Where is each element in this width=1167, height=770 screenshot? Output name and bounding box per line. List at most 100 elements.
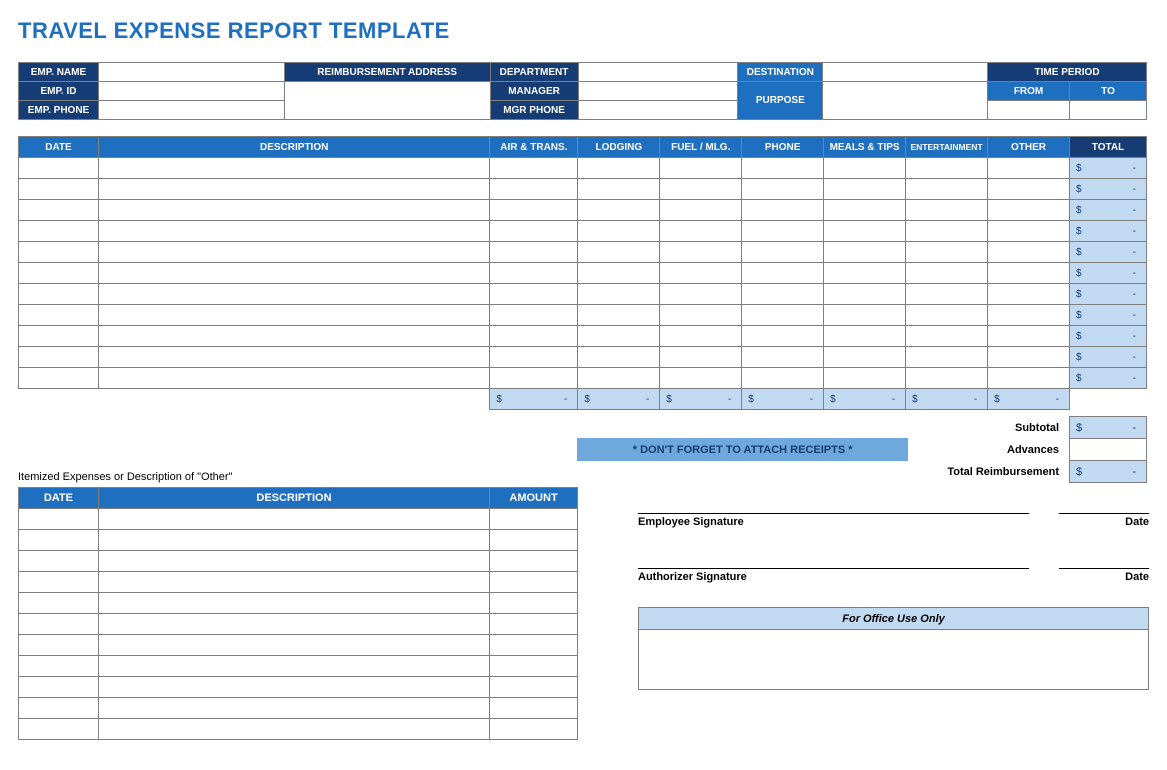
- itemized-cell[interactable]: [98, 656, 489, 677]
- grid-cell[interactable]: [988, 326, 1070, 347]
- grid-cell[interactable]: [906, 368, 988, 389]
- itemized-cell[interactable]: [490, 614, 578, 635]
- grid-cell[interactable]: [19, 158, 99, 179]
- itemized-cell[interactable]: [19, 509, 99, 530]
- grid-cell[interactable]: [98, 305, 489, 326]
- grid-cell[interactable]: [98, 347, 489, 368]
- grid-cell[interactable]: [742, 347, 824, 368]
- grid-cell[interactable]: [19, 221, 99, 242]
- grid-cell[interactable]: [490, 263, 578, 284]
- itemized-cell[interactable]: [19, 614, 99, 635]
- grid-cell[interactable]: [742, 368, 824, 389]
- grid-cell[interactable]: [660, 200, 742, 221]
- grid-cell[interactable]: [824, 179, 906, 200]
- itemized-cell[interactable]: [19, 551, 99, 572]
- grid-cell[interactable]: [906, 326, 988, 347]
- grid-cell[interactable]: [19, 179, 99, 200]
- advances-value[interactable]: [1070, 439, 1147, 461]
- grid-cell[interactable]: [742, 326, 824, 347]
- itemized-cell[interactable]: [98, 572, 489, 593]
- grid-cell[interactable]: [578, 200, 660, 221]
- grid-cell[interactable]: [98, 179, 489, 200]
- grid-cell[interactable]: [824, 158, 906, 179]
- grid-cell[interactable]: [19, 347, 99, 368]
- grid-cell[interactable]: [578, 284, 660, 305]
- grid-cell[interactable]: [988, 347, 1070, 368]
- grid-cell[interactable]: [19, 242, 99, 263]
- grid-cell[interactable]: [988, 200, 1070, 221]
- grid-cell[interactable]: [988, 305, 1070, 326]
- grid-cell[interactable]: [660, 221, 742, 242]
- grid-cell[interactable]: [490, 305, 578, 326]
- grid-cell[interactable]: [742, 158, 824, 179]
- grid-cell[interactable]: [988, 263, 1070, 284]
- itemized-cell[interactable]: [490, 656, 578, 677]
- itemized-cell[interactable]: [98, 614, 489, 635]
- grid-cell[interactable]: [490, 179, 578, 200]
- itemized-cell[interactable]: [490, 530, 578, 551]
- grid-cell[interactable]: [824, 200, 906, 221]
- itemized-cell[interactable]: [19, 530, 99, 551]
- itemized-cell[interactable]: [19, 593, 99, 614]
- manager-field[interactable]: [578, 82, 738, 101]
- itemized-cell[interactable]: [98, 677, 489, 698]
- itemized-cell[interactable]: [19, 677, 99, 698]
- grid-cell[interactable]: [906, 284, 988, 305]
- itemized-cell[interactable]: [98, 593, 489, 614]
- grid-cell[interactable]: [98, 200, 489, 221]
- grid-cell[interactable]: [824, 326, 906, 347]
- grid-cell[interactable]: [742, 200, 824, 221]
- grid-cell[interactable]: [660, 242, 742, 263]
- grid-cell[interactable]: [988, 242, 1070, 263]
- itemized-cell[interactable]: [19, 698, 99, 719]
- grid-cell[interactable]: [742, 284, 824, 305]
- grid-cell[interactable]: [906, 263, 988, 284]
- purpose-field[interactable]: [823, 82, 988, 120]
- from-field[interactable]: [988, 101, 1070, 120]
- grid-cell[interactable]: [988, 368, 1070, 389]
- grid-cell[interactable]: [660, 263, 742, 284]
- itemized-cell[interactable]: [19, 719, 99, 740]
- grid-cell[interactable]: [906, 242, 988, 263]
- grid-cell[interactable]: [490, 158, 578, 179]
- grid-cell[interactable]: [824, 305, 906, 326]
- grid-cell[interactable]: [578, 347, 660, 368]
- grid-cell[interactable]: [742, 221, 824, 242]
- grid-cell[interactable]: [98, 368, 489, 389]
- grid-cell[interactable]: [578, 368, 660, 389]
- grid-cell[interactable]: [490, 347, 578, 368]
- grid-cell[interactable]: [578, 263, 660, 284]
- grid-cell[interactable]: [660, 326, 742, 347]
- department-field[interactable]: [578, 63, 738, 82]
- office-use-area[interactable]: [639, 630, 1149, 690]
- grid-cell[interactable]: [660, 368, 742, 389]
- grid-cell[interactable]: [660, 305, 742, 326]
- grid-cell[interactable]: [19, 284, 99, 305]
- grid-cell[interactable]: [906, 200, 988, 221]
- itemized-cell[interactable]: [490, 509, 578, 530]
- destination-field[interactable]: [823, 63, 988, 82]
- grid-cell[interactable]: [19, 305, 99, 326]
- grid-cell[interactable]: [824, 284, 906, 305]
- itemized-cell[interactable]: [98, 530, 489, 551]
- grid-cell[interactable]: [490, 368, 578, 389]
- grid-cell[interactable]: [98, 263, 489, 284]
- grid-cell[interactable]: [742, 179, 824, 200]
- grid-cell[interactable]: [98, 221, 489, 242]
- grid-cell[interactable]: [906, 179, 988, 200]
- grid-cell[interactable]: [19, 368, 99, 389]
- grid-cell[interactable]: [98, 326, 489, 347]
- itemized-cell[interactable]: [19, 572, 99, 593]
- grid-cell[interactable]: [660, 284, 742, 305]
- grid-cell[interactable]: [490, 284, 578, 305]
- grid-cell[interactable]: [19, 326, 99, 347]
- itemized-cell[interactable]: [19, 656, 99, 677]
- itemized-cell[interactable]: [490, 719, 578, 740]
- itemized-cell[interactable]: [490, 635, 578, 656]
- itemized-cell[interactable]: [98, 698, 489, 719]
- grid-cell[interactable]: [824, 242, 906, 263]
- grid-cell[interactable]: [98, 158, 489, 179]
- itemized-cell[interactable]: [490, 593, 578, 614]
- itemized-cell[interactable]: [98, 551, 489, 572]
- grid-cell[interactable]: [742, 242, 824, 263]
